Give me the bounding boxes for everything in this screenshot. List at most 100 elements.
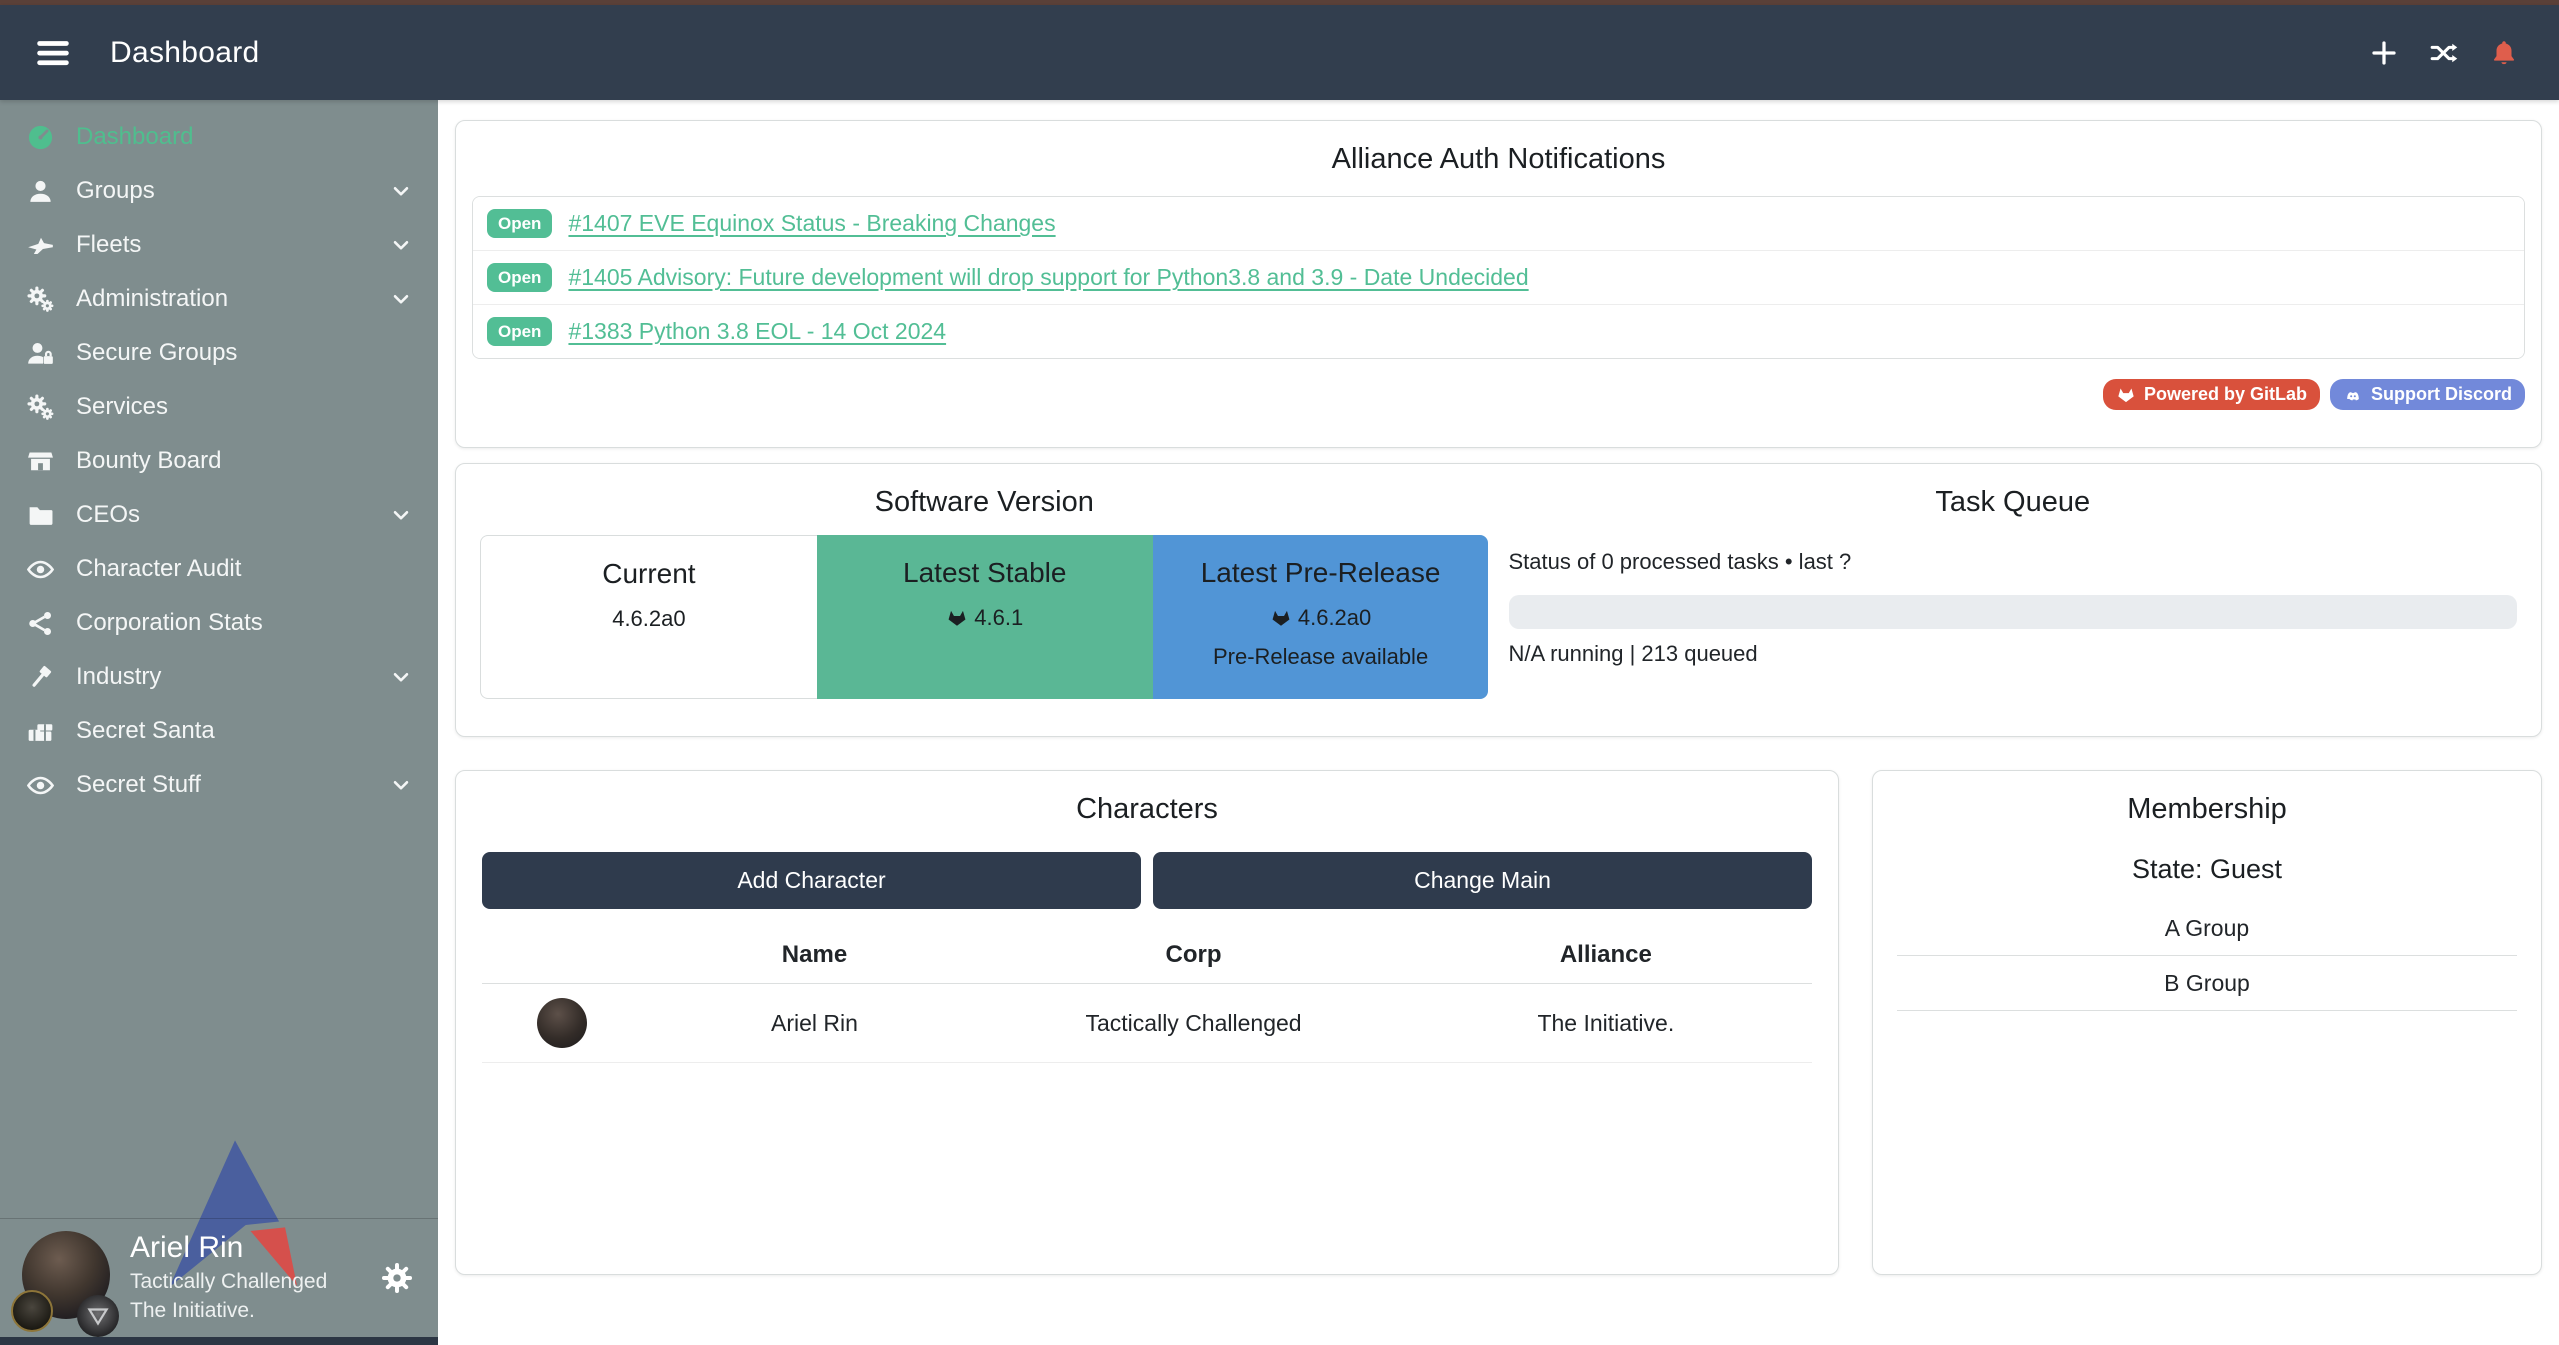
support-discord-badge[interactable]: Support Discord <box>2330 379 2525 410</box>
chevron-down-icon <box>388 178 414 204</box>
sidebar-item-label: Groups <box>76 177 155 205</box>
version-strip: Current 4.6.2a0 Latest Stable 4.6.1 Late… <box>480 535 1489 699</box>
sidebar-item-corporation-stats[interactable]: Corporation Stats <box>0 596 438 650</box>
notification-link[interactable]: #1383 Python 3.8 EOL - 14 Oct 2024 <box>568 318 946 345</box>
column-header-name: Name <box>642 927 988 984</box>
main-content: Alliance Auth Notifications Open #1407 E… <box>438 100 2559 1345</box>
task-queue-progressbar <box>1509 595 2518 629</box>
user-lock-icon <box>22 339 58 368</box>
character-name: Ariel Rin <box>642 984 988 1063</box>
sidebar-item-services[interactable]: Services <box>0 380 438 434</box>
task-queue-status: Status of 0 processed tasks • last ? <box>1509 549 2518 575</box>
version-cell-label: Latest Stable <box>817 557 1153 589</box>
task-queue-title: Task Queue <box>1509 486 2518 519</box>
page-title: Dashboard <box>110 36 259 70</box>
notification-link[interactable]: #1407 EVE Equinox Status - Breaking Chan… <box>568 210 1055 237</box>
notification-item: Open #1405 Advisory: Future development … <box>473 251 2524 305</box>
badge-label: Support Discord <box>2371 384 2512 405</box>
notifications-title: Alliance Auth Notifications <box>472 143 2525 176</box>
column-header-alliance: Alliance <box>1400 927 1812 984</box>
software-taskqueue-panel: Software Version Current 4.6.2a0 Latest … <box>455 463 2542 737</box>
sidebar-item-character-audit[interactable]: Character Audit <box>0 542 438 596</box>
membership-groups-list: A Group B Group <box>1897 901 2517 1011</box>
sidebar-item-label: CEOs <box>76 501 140 529</box>
prerelease-note: Pre-Release available <box>1153 644 1489 670</box>
characters-buttons: Add Character Change Main <box>482 852 1812 909</box>
top-navbar: Dashboard <box>0 5 2559 100</box>
sidebar: Dashboard Groups Fleets Administra <box>0 100 438 1345</box>
share-nodes-icon <box>22 609 58 638</box>
chevron-down-icon <box>388 502 414 528</box>
sidebar-item-bounty-board[interactable]: Bounty Board <box>0 434 438 488</box>
user-corporation: Tactically Challenged <box>130 1267 327 1296</box>
sidebar-item-secret-santa[interactable]: Secret Santa <box>0 704 438 758</box>
sidebar-item-label: Character Audit <box>76 555 241 583</box>
sidebar-user-panel: Ariel Rin Tactically Challenged The Init… <box>0 1218 438 1337</box>
user-icon <box>22 177 58 206</box>
plus-icon <box>2369 38 2399 68</box>
sidebar-item-secret-stuff[interactable]: Secret Stuff <box>0 758 438 812</box>
characters-panel: Characters Add Character Change Main Nam… <box>455 770 1839 1275</box>
prerelease-version: 4.6.2a0 <box>1298 605 1371 631</box>
sidebar-item-secure-groups[interactable]: Secure Groups <box>0 326 438 380</box>
sidebar-item-label: Corporation Stats <box>76 609 263 637</box>
eye-icon <box>22 771 58 800</box>
stable-version: 4.6.1 <box>974 605 1023 631</box>
task-queue-summary: N/A running | 213 queued <box>1509 641 2518 667</box>
gauge-icon <box>22 123 58 152</box>
column-header-corp: Corp <box>987 927 1399 984</box>
sidebar-item-label: Services <box>76 393 168 421</box>
add-button[interactable] <box>2369 38 2399 68</box>
character-portrait <box>537 998 587 1048</box>
sidebar-toggle-button[interactable] <box>26 26 80 80</box>
gitlab-tanuki-icon <box>946 607 968 629</box>
chevron-down-icon <box>388 232 414 258</box>
character-alliance: The Initiative. <box>1400 984 1812 1063</box>
sidebar-item-label: Fleets <box>76 231 141 259</box>
software-version-section: Software Version Current 4.6.2a0 Latest … <box>470 486 1499 736</box>
sidebar-item-industry[interactable]: Industry <box>0 650 438 704</box>
notification-link[interactable]: #1405 Advisory: Future development will … <box>568 264 1528 291</box>
list-item: B Group <box>1897 956 2517 1011</box>
switch-character-button[interactable] <box>2429 38 2459 68</box>
notification-item: Open #1383 Python 3.8 EOL - 14 Oct 2024 <box>473 305 2524 358</box>
membership-title: Membership <box>1897 793 2517 826</box>
add-character-button[interactable]: Add Character <box>482 852 1141 909</box>
hammer-icon <box>22 663 58 692</box>
notifications-button[interactable] <box>2489 38 2519 68</box>
version-stable-cell: Latest Stable 4.6.1 <box>817 535 1153 699</box>
sidebar-item-label: Secure Groups <box>76 339 237 367</box>
sidebar-item-label: Bounty Board <box>76 447 221 475</box>
sidebar-item-label: Administration <box>76 285 228 313</box>
list-item: A Group <box>1897 901 2517 956</box>
sidebar-item-administration[interactable]: Administration <box>0 272 438 326</box>
user-settings-button[interactable] <box>380 1261 414 1295</box>
notifications-list: Open #1407 EVE Equinox Status - Breaking… <box>472 196 2525 359</box>
powered-by-gitlab-badge[interactable]: Powered by GitLab <box>2103 379 2320 410</box>
sidebar-item-fleets[interactable]: Fleets <box>0 218 438 272</box>
gears-icon <box>22 285 58 314</box>
sidebar-item-label: Dashboard <box>76 123 193 151</box>
chevron-down-icon <box>388 286 414 312</box>
version-cell-label: Current <box>481 558 817 590</box>
fighter-jet-icon <box>22 231 58 260</box>
characters-title: Characters <box>482 793 1812 826</box>
gear-icon <box>380 1261 414 1295</box>
task-queue-section: Task Queue Status of 0 processed tasks •… <box>1499 486 2528 736</box>
software-version-title: Software Version <box>480 486 1489 519</box>
membership-state: State: Guest <box>1897 854 2517 885</box>
sidebar-item-ceos[interactable]: CEOs <box>0 488 438 542</box>
change-main-button[interactable]: Change Main <box>1153 852 1812 909</box>
sidebar-item-label: Secret Stuff <box>76 771 201 799</box>
table-row: Ariel Rin Tactically Challenged The Init… <box>482 984 1812 1063</box>
membership-panel: Membership State: Guest A Group B Group <box>1872 770 2542 1275</box>
status-badge: Open <box>487 263 552 292</box>
gifts-icon <box>22 717 58 746</box>
user-avatar-stack <box>20 1231 120 1331</box>
sidebar-item-dashboard[interactable]: Dashboard <box>0 110 438 164</box>
user-alliance: The Initiative. <box>130 1296 327 1325</box>
store-icon <box>22 447 58 476</box>
gears-icon <box>22 393 58 422</box>
eye-icon <box>22 555 58 584</box>
sidebar-item-groups[interactable]: Groups <box>0 164 438 218</box>
